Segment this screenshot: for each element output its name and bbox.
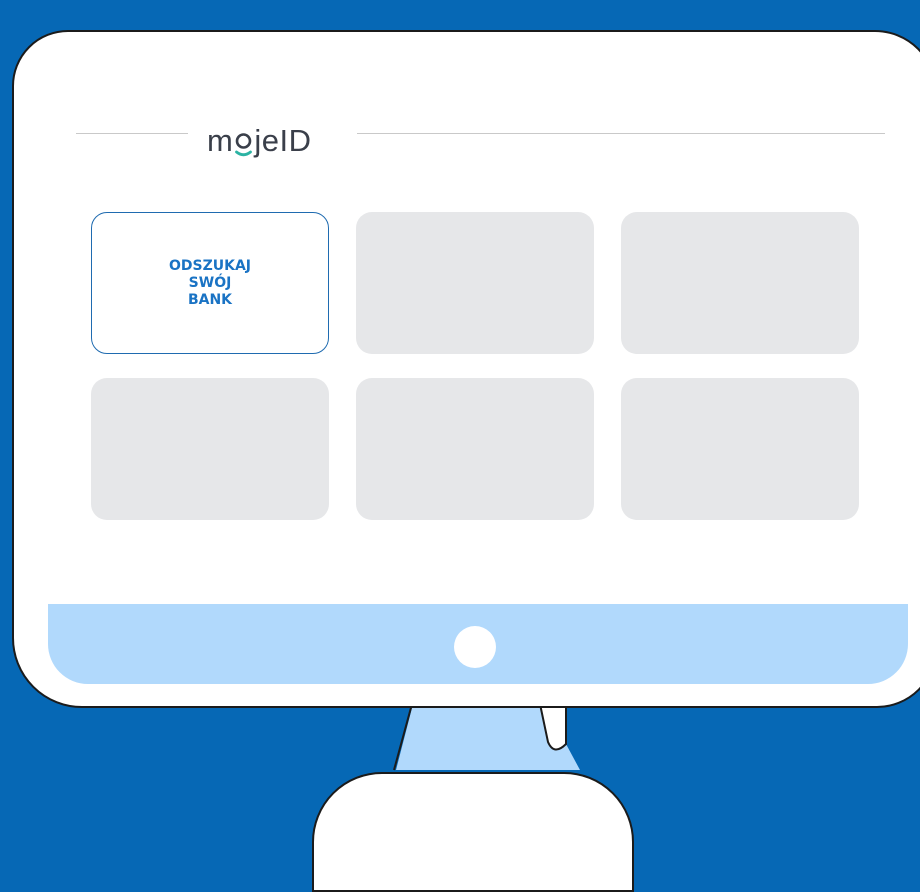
- bank-tile-placeholder: [621, 212, 859, 354]
- header-divider-left: [76, 133, 188, 134]
- logo-text-left: m: [207, 123, 234, 158]
- bank-tile-placeholder: [356, 378, 594, 520]
- find-your-bank-label: ODSZUKAJ SWÓJ BANK: [168, 257, 252, 308]
- bank-tile-placeholder: [621, 378, 859, 520]
- monitor-stand-base: [312, 772, 634, 892]
- illustration: m jeID ODSZUKAJ SWÓJ BANK: [0, 0, 920, 892]
- bank-tile-placeholder: [91, 378, 329, 520]
- header-divider-right: [357, 133, 885, 134]
- monitor-screen: m jeID ODSZUKAJ SWÓJ BANK: [12, 30, 920, 708]
- bank-tile-placeholder: [356, 212, 594, 354]
- power-button-icon: [454, 626, 496, 668]
- logo-text-right: jeID: [254, 123, 312, 158]
- logo-o-person-icon: [234, 128, 253, 157]
- brand-logo: m jeID: [207, 116, 312, 158]
- find-your-bank-button[interactable]: ODSZUKAJ SWÓJ BANK: [91, 212, 329, 354]
